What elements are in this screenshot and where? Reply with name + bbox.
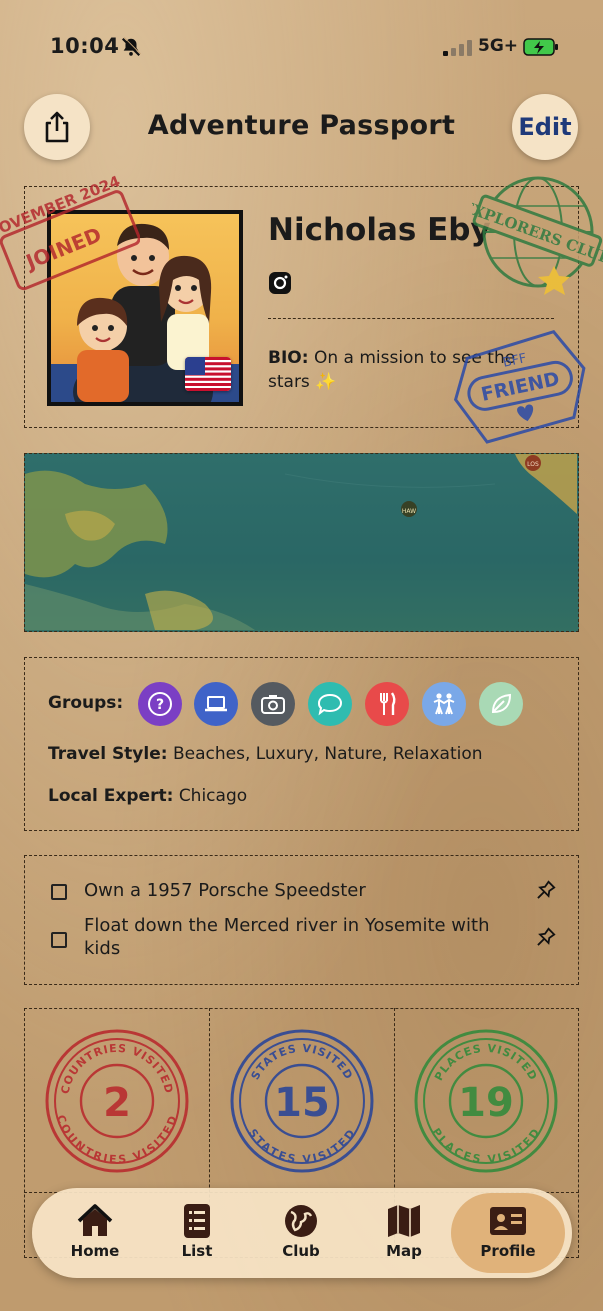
- travel-style-label: Travel Style:: [48, 744, 168, 764]
- divider: [268, 318, 554, 319]
- us-flag-icon: [185, 357, 231, 391]
- goal-checkbox[interactable]: [51, 884, 67, 900]
- pin-icon[interactable]: [533, 926, 557, 950]
- travel-style-value: Beaches, Luxury, Nature, Relaxation: [172, 744, 483, 764]
- tab-profile[interactable]: Profile: [463, 1198, 553, 1268]
- svg-text:FRIEND: FRIEND: [479, 368, 561, 406]
- joined-stamp: NOVEMBER 2024 JOINED: [0, 172, 140, 291]
- svg-text:HAW: HAW: [402, 508, 416, 515]
- tab-home[interactable]: Home: [50, 1198, 140, 1268]
- group-question-icon[interactable]: ?: [138, 682, 182, 726]
- countries-visited-stamp[interactable]: COUNTRIES VISITED COUNTRIES VISITED 2: [44, 1028, 190, 1174]
- goal-text: Float down the Merced river in Yosemite …: [84, 915, 490, 959]
- bell-muted-icon: [121, 37, 141, 57]
- visited-map[interactable]: HAW LOS: [24, 453, 579, 632]
- battery-charging-icon: [523, 38, 558, 56]
- group-chat-bubble-icon[interactable]: [308, 682, 352, 726]
- group-camera-icon[interactable]: [251, 682, 295, 726]
- group-leaf-icon[interactable]: [479, 682, 523, 726]
- group-people-icon[interactable]: [422, 682, 466, 726]
- tab-club[interactable]: Club: [256, 1198, 346, 1268]
- map-icon: [388, 1205, 420, 1237]
- pin-icon[interactable]: [533, 879, 557, 903]
- local-expert: Local Expert: Chicago: [48, 786, 247, 806]
- svg-text:JOINED: JOINED: [21, 222, 105, 275]
- goal-checkbox[interactable]: [51, 932, 67, 948]
- group-fork-knife-icon[interactable]: [365, 682, 409, 726]
- bio-label: BIO:: [268, 348, 309, 368]
- network-type: 5G+: [478, 36, 519, 56]
- places-visited-stamp[interactable]: PLACES VISITED PLACES VISITED 19: [413, 1028, 559, 1174]
- local-expert-value: Chicago: [178, 786, 248, 806]
- tab-label: Map: [386, 1242, 422, 1260]
- states-visited-stamp[interactable]: STATES VISITED STATES VISITED 15: [229, 1028, 375, 1174]
- svg-text:?: ?: [156, 697, 164, 713]
- home-icon: [77, 1204, 113, 1236]
- profile-name: Nicholas Eby: [268, 212, 491, 248]
- bff-friend-stamp: BFF FRIEND: [453, 330, 586, 444]
- list-icon: [184, 1204, 210, 1238]
- map-image: HAW LOS: [25, 454, 577, 630]
- group-laptop-icon[interactable]: [194, 682, 238, 726]
- signal-icon: [443, 40, 472, 56]
- globe-icon: [285, 1205, 317, 1237]
- tab-label: Profile: [480, 1242, 536, 1260]
- svg-text:2: 2: [103, 1080, 131, 1126]
- tab-label: Home: [70, 1242, 120, 1260]
- local-expert-label: Local Expert:: [48, 786, 174, 806]
- instagram-icon[interactable]: [268, 271, 292, 295]
- id-card-icon: [490, 1207, 526, 1235]
- goal-text: Own a 1957 Porsche Speedster: [84, 880, 366, 901]
- explorers-club-stamp: EXPLORERS CLUB: [472, 176, 603, 295]
- tab-label: Club: [282, 1242, 320, 1260]
- tab-label: List: [181, 1242, 213, 1260]
- svg-text:STATES VISITED: STATES VISITED: [249, 1042, 356, 1082]
- svg-text:19: 19: [458, 1080, 514, 1126]
- travel-style: Travel Style: Beaches, Luxury, Nature, R…: [48, 744, 483, 764]
- sparkle-icon: ✨: [315, 372, 337, 392]
- edit-button[interactable]: Edit: [512, 94, 578, 160]
- tab-list[interactable]: List: [152, 1198, 242, 1268]
- svg-text:LOS: LOS: [527, 461, 539, 468]
- svg-text:PLACES VISITED: PLACES VISITED: [432, 1042, 540, 1083]
- groups-label: Groups:: [48, 693, 124, 713]
- svg-text:15: 15: [274, 1080, 330, 1126]
- status-time: 10:04: [50, 34, 120, 58]
- tab-map[interactable]: Map: [359, 1198, 449, 1268]
